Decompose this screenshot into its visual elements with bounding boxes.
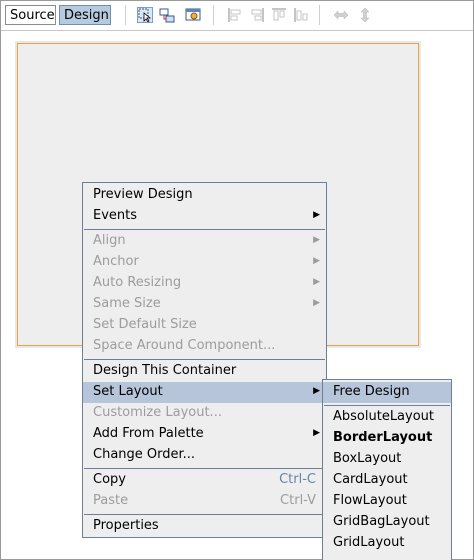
change-horizontal-resizability-icon[interactable] — [333, 7, 349, 23]
submenu-arrow-icon: ▶ — [313, 256, 320, 266]
menu-item-events[interactable]: Events ▶ — [83, 206, 326, 227]
menu-item-label: Events — [93, 208, 138, 223]
submenu-arrow-icon: ▶ — [313, 277, 320, 287]
submenu-arrow-icon: ▶ — [313, 235, 320, 245]
context-menu: Preview Design Events ▶ Align ▶ Anchor ▶ Au… — [82, 182, 327, 538]
submenu-item-gridlayout[interactable]: GridLayout — [323, 533, 451, 554]
menu-item-label: Paste — [93, 493, 129, 508]
submenu-item-absolutelayout[interactable]: AbsoluteLayout — [323, 407, 451, 428]
menu-separator — [324, 405, 450, 406]
menu-item-set-default-size[interactable]: Set Default Size — [83, 315, 326, 336]
submenu-arrow-icon: ▶ — [313, 428, 320, 438]
submenu-arrow-icon: ▶ — [313, 210, 320, 220]
designer-toolbar: Source Design — [1, 1, 473, 31]
menu-item-label: Customize Layout... — [93, 405, 222, 420]
menu-separator — [84, 514, 325, 515]
source-tab[interactable]: Source — [5, 5, 56, 25]
menu-separator — [84, 359, 325, 360]
menu-item-add-from-palette[interactable]: Add From Palette ▶ — [83, 424, 326, 445]
align-bottom-icon[interactable] — [293, 7, 309, 23]
align-top-icon[interactable] — [271, 7, 287, 23]
toolbar-separator — [213, 5, 214, 25]
submenu-item-label: FlowLayout — [333, 493, 407, 508]
menu-item-label: Space Around Component... — [93, 338, 276, 353]
menu-shortcut: Ctrl-V — [280, 493, 316, 508]
menu-item-set-layout[interactable]: Set Layout ▶ — [83, 382, 326, 403]
set-layout-submenu: Free Design AbsoluteLayout BorderLayout … — [322, 379, 452, 560]
submenu-item-label: Free Design — [333, 384, 410, 399]
menu-item-preview-design[interactable]: Preview Design — [83, 185, 326, 206]
menu-item-label: Change Order... — [93, 447, 196, 462]
submenu-item-free-design[interactable]: Free Design — [323, 382, 451, 403]
menu-shortcut: Ctrl-C — [279, 472, 316, 487]
change-vertical-resizability-icon[interactable] — [357, 7, 373, 23]
submenu-item-flowlayout[interactable]: FlowLayout — [323, 491, 451, 512]
menu-item-label: Auto Resizing — [93, 275, 182, 290]
submenu-item-boxlayout[interactable]: BoxLayout — [323, 449, 451, 470]
submenu-item-label: BorderLayout — [333, 430, 433, 445]
menu-item-label: Set Default Size — [93, 317, 197, 332]
menu-item-space-around-component[interactable]: Space Around Component... — [83, 336, 326, 357]
submenu-item-borderlayout[interactable]: BorderLayout — [323, 428, 451, 449]
align-right-icon[interactable] — [249, 7, 265, 23]
menu-item-label: Copy — [93, 472, 126, 487]
menu-item-label: Preview Design — [93, 187, 193, 202]
align-left-icon[interactable] — [227, 7, 243, 23]
submenu-item-label: CardLayout — [333, 472, 408, 487]
menu-item-same-size[interactable]: Same Size ▶ — [83, 294, 326, 315]
submenu-item-label: BoxLayout — [333, 451, 402, 466]
menu-item-design-this-container[interactable]: Design This Container — [83, 361, 326, 382]
submenu-arrow-icon: ▶ — [313, 298, 320, 308]
menu-item-properties[interactable]: Properties — [83, 516, 326, 537]
submenu-item-label: AbsoluteLayout — [333, 409, 435, 424]
menu-item-label: Anchor — [93, 254, 139, 269]
submenu-item-label: GridBagLayout — [333, 514, 430, 529]
toolbar-separator — [319, 5, 320, 25]
submenu-item-gridbaglayout[interactable]: GridBagLayout — [323, 512, 451, 533]
menu-item-paste[interactable]: Paste Ctrl-V — [83, 491, 326, 512]
menu-item-anchor[interactable]: Anchor ▶ — [83, 252, 326, 273]
selection-mode-icon[interactable] — [137, 7, 153, 23]
submenu-arrow-icon: ▶ — [313, 386, 320, 396]
submenu-item-label: GridLayout — [333, 535, 405, 550]
menu-item-label: Align — [93, 233, 126, 248]
menu-item-label: Set Layout — [93, 384, 163, 399]
menu-item-change-order[interactable]: Change Order... — [83, 445, 326, 466]
menu-separator — [84, 229, 325, 230]
menu-item-label: Design This Container — [93, 363, 237, 378]
menu-item-auto-resizing[interactable]: Auto Resizing ▶ — [83, 273, 326, 294]
menu-item-align[interactable]: Align ▶ — [83, 231, 326, 252]
menu-item-label: Add From Palette — [93, 426, 204, 441]
toolbar-separator — [125, 5, 126, 25]
preview-design-icon[interactable] — [185, 7, 201, 23]
menu-separator — [84, 468, 325, 469]
connection-mode-icon[interactable] — [159, 7, 175, 23]
submenu-item-cardlayout[interactable]: CardLayout — [323, 470, 451, 491]
menu-item-label: Same Size — [93, 296, 161, 311]
design-tab[interactable]: Design — [59, 5, 111, 25]
menu-item-copy[interactable]: Copy Ctrl-C — [83, 470, 326, 491]
menu-item-label: Properties — [93, 518, 159, 533]
menu-item-customize-layout[interactable]: Customize Layout... — [83, 403, 326, 424]
